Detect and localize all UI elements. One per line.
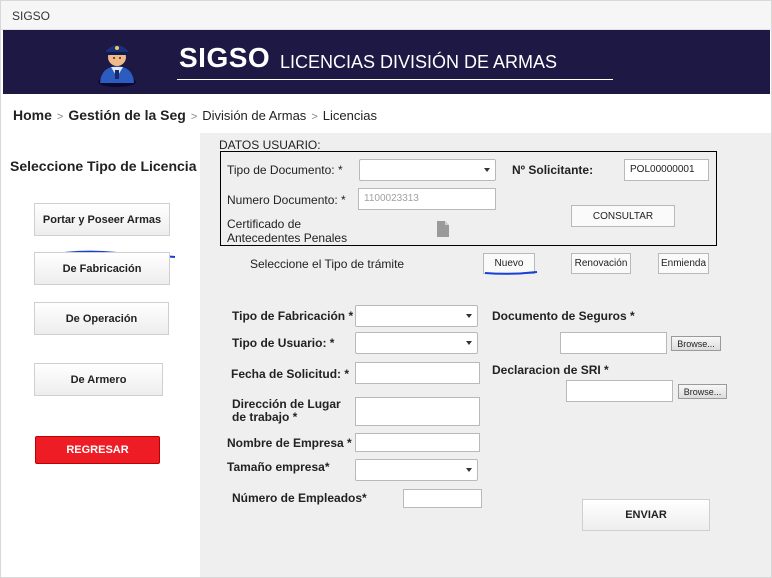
direccion-field[interactable] bbox=[355, 397, 480, 426]
police-officer-icon bbox=[98, 45, 136, 87]
tipo-documento-label: Tipo de Documento: * bbox=[227, 163, 343, 177]
header-subtitle: LICENCIAS DIVISIÓN DE ARMAS bbox=[280, 52, 558, 72]
operacion-button[interactable]: De Operación bbox=[34, 302, 169, 335]
breadcrumb-gestion[interactable]: Gestión de la Seg bbox=[68, 107, 185, 123]
fecha-solicitud-label: Fecha de Solicitud: * bbox=[231, 367, 350, 381]
declaracion-sri-label: Declaracion de SRI * bbox=[492, 363, 609, 377]
enviar-button[interactable]: ENVIAR bbox=[582, 499, 710, 531]
armero-button[interactable]: De Armero bbox=[34, 363, 163, 396]
sri-browse-button[interactable]: Browse... bbox=[678, 384, 727, 399]
chevron-down-icon bbox=[484, 168, 490, 172]
regresar-button[interactable]: REGRESAR bbox=[35, 436, 160, 464]
certificado-label-line1: Certificado de bbox=[227, 217, 302, 231]
portar-poseer-button[interactable]: Portar y Poseer Armas bbox=[34, 203, 170, 236]
brand-title: SIGSO bbox=[179, 42, 271, 73]
header-banner: SIGSO LICENCIAS DIVISIÓN DE ARMAS bbox=[3, 30, 770, 94]
seguros-browse-button[interactable]: Browse... bbox=[671, 336, 721, 351]
documento-seguros-file[interactable] bbox=[560, 332, 667, 354]
breadcrumb-home[interactable]: Home bbox=[13, 107, 52, 123]
window-tab-bar: SIGSO bbox=[1, 1, 771, 30]
nombre-empresa-field[interactable] bbox=[355, 433, 480, 452]
numero-documento-field[interactable]: 1100023313 bbox=[358, 188, 496, 210]
chevron-down-icon bbox=[466, 341, 472, 345]
tipo-fabricacion-label: Tipo de Fabricación * bbox=[232, 309, 354, 323]
document-icon[interactable] bbox=[436, 221, 450, 237]
fecha-solicitud-field[interactable] bbox=[355, 362, 480, 384]
documento-seguros-label: Documento de Seguros * bbox=[492, 309, 635, 323]
renovacion-button[interactable]: Renovación bbox=[571, 253, 631, 274]
numero-empleados-label: Número de Empleados* bbox=[232, 491, 367, 505]
numero-empleados-field[interactable] bbox=[403, 489, 482, 508]
declaracion-sri-file[interactable] bbox=[566, 380, 673, 402]
annotation-underline bbox=[484, 271, 538, 275]
window-title: SIGSO bbox=[12, 9, 51, 23]
tipo-usuario-select[interactable] bbox=[355, 332, 478, 354]
breadcrumb-separator: > bbox=[56, 111, 64, 123]
tamano-empresa-select[interactable] bbox=[355, 459, 478, 481]
chevron-down-icon bbox=[466, 468, 472, 472]
header-divider bbox=[177, 79, 613, 80]
tramite-label: Seleccione el Tipo de trámite bbox=[250, 257, 405, 271]
enmienda-button[interactable]: Enmienda bbox=[658, 253, 709, 274]
tipo-fabricacion-select[interactable] bbox=[355, 305, 478, 327]
consultar-button[interactable]: CONSULTAR bbox=[571, 205, 675, 227]
datos-usuario-heading: DATOS USUARIO: bbox=[219, 138, 321, 152]
numero-documento-label: Numero Documento: * bbox=[227, 193, 346, 207]
page: SIGSO SIGSO LICENCIAS DIVISIÓN DE ARMAS … bbox=[0, 0, 772, 578]
fabricacion-button[interactable]: De Fabricación bbox=[34, 252, 170, 285]
direccion-label-line1: Dirección de Lugar bbox=[232, 397, 341, 411]
license-type-heading: Seleccione Tipo de Licencia bbox=[10, 158, 197, 174]
breadcrumb: Home > Gestión de la Seg > División de Armas… bbox=[13, 107, 377, 123]
solicitante-label: Nº Solicitante: bbox=[512, 163, 594, 177]
breadcrumb-separator: > bbox=[311, 111, 318, 123]
tipo-documento-select[interactable] bbox=[359, 159, 496, 181]
solicitante-field[interactable]: POL00000001 bbox=[624, 159, 709, 181]
direccion-label-line2: de trabajo * bbox=[232, 410, 298, 424]
certificado-label-line2: Antecedentes Penales bbox=[227, 231, 348, 245]
tipo-usuario-label: Tipo de Usuario: * bbox=[232, 336, 335, 350]
chevron-down-icon bbox=[466, 314, 472, 318]
nombre-empresa-label: Nombre de Empresa * bbox=[227, 436, 352, 450]
tamano-empresa-label: Tamaño empresa* bbox=[227, 460, 330, 474]
breadcrumb-separator: > bbox=[190, 111, 198, 123]
breadcrumb-division[interactable]: División de Armas bbox=[202, 108, 306, 123]
breadcrumb-licencias: Licencias bbox=[322, 108, 377, 123]
